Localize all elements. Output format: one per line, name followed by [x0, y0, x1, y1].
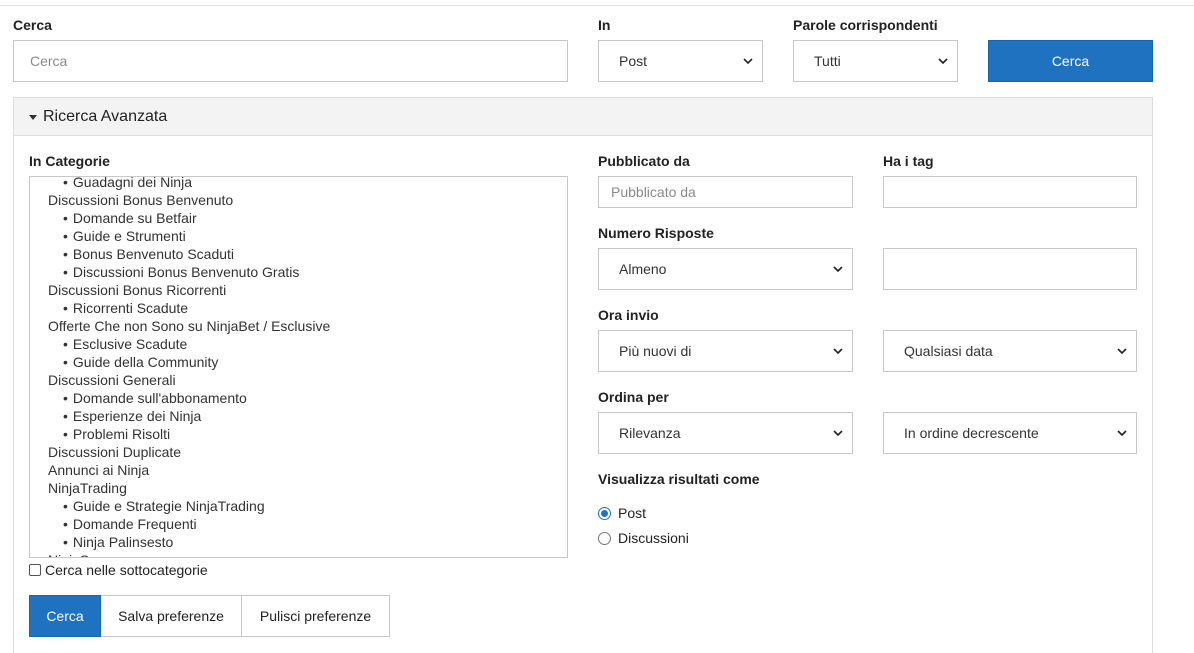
- sort-order-select[interactable]: In ordine decrescente: [883, 412, 1137, 454]
- chevron-down-icon: [1117, 430, 1127, 437]
- display-option-post[interactable]: Post: [598, 505, 646, 521]
- clear-preferences-button[interactable]: Pulisci preferenze: [242, 595, 390, 637]
- top-divider: [0, 5, 1194, 6]
- subcategory-item[interactable]: Esperienze dei Ninja: [30, 407, 567, 425]
- replies-label: Numero Risposte: [598, 225, 714, 241]
- subcategory-item[interactable]: Discussioni Bonus Benvenuto Gratis: [30, 263, 567, 281]
- replies-count-input[interactable]: [883, 248, 1137, 290]
- chevron-down-icon: [833, 348, 843, 355]
- search-input[interactable]: [13, 40, 568, 82]
- time-label: Ora invio: [598, 307, 659, 323]
- in-select-value: Post: [619, 53, 648, 69]
- category-item[interactable]: NinjaTrading: [30, 479, 567, 497]
- radio-unselected[interactable]: [598, 531, 611, 545]
- advanced-search-toggle[interactable]: Ricerca Avanzata: [14, 98, 1152, 136]
- subcategories-checkbox[interactable]: Cerca nelle sottocategorie: [29, 562, 208, 578]
- category-item[interactable]: NinjaSure: [30, 551, 567, 557]
- chevron-down-icon: [833, 266, 843, 273]
- subcategory-item[interactable]: Bonus Benvenuto Scaduti: [30, 245, 567, 263]
- category-item[interactable]: Discussioni Bonus Ricorrenti: [30, 281, 567, 299]
- chevron-down-icon: [743, 58, 753, 65]
- radio-selected[interactable]: [598, 506, 611, 520]
- sort-by-value: Rilevanza: [619, 425, 681, 441]
- categories-list: Guadagni dei NinjaDiscussioni Bonus Benv…: [30, 177, 567, 557]
- category-item[interactable]: Discussioni Duplicate: [30, 443, 567, 461]
- chevron-down-icon: [833, 430, 843, 437]
- subcategory-item[interactable]: Ninja Palinsesto: [30, 533, 567, 551]
- in-label: In: [598, 17, 611, 33]
- category-item[interactable]: Offerte Che non Sono su NinjaBet / Esclu…: [30, 317, 567, 335]
- time-range-select[interactable]: Qualsiasi data: [883, 330, 1137, 372]
- match-label: Parole corrispondenti: [793, 17, 938, 33]
- in-select[interactable]: Post: [598, 40, 763, 82]
- time-mode-value: Più nuovi di: [619, 343, 692, 359]
- display-option-discussions-label: Discussioni: [618, 530, 689, 546]
- advanced-search-title: Ricerca Avanzata: [43, 107, 168, 125]
- subcategory-item[interactable]: Ricorrenti Scadute: [30, 299, 567, 317]
- display-option-post-label: Post: [618, 505, 647, 521]
- subcategory-item[interactable]: Domande Frequenti: [30, 515, 567, 533]
- subcategory-item[interactable]: Guide e Strumenti: [30, 227, 567, 245]
- tags-label: Ha i tag: [883, 153, 934, 169]
- subcategory-item[interactable]: Esclusive Scadute: [30, 335, 567, 353]
- subcategory-item[interactable]: Problemi Risolti: [30, 425, 567, 443]
- posted-by-input[interactable]: [598, 176, 853, 208]
- replies-mode-value: Almeno: [619, 261, 667, 277]
- subcategory-item[interactable]: Guide e Strategie NinjaTrading: [30, 497, 567, 515]
- category-item[interactable]: Discussioni Bonus Benvenuto: [30, 191, 567, 209]
- category-item[interactable]: Discussioni Generali: [30, 371, 567, 389]
- categories-listbox[interactable]: Guadagni dei NinjaDiscussioni Bonus Benv…: [29, 176, 568, 558]
- checkbox-box[interactable]: [29, 564, 41, 576]
- categories-label: In Categorie: [29, 153, 110, 169]
- chevron-down-icon: [1117, 348, 1127, 355]
- tags-input[interactable]: [883, 176, 1137, 208]
- time-range-value: Qualsiasi data: [904, 343, 993, 359]
- match-select[interactable]: Tutti: [793, 40, 958, 82]
- save-preferences-button[interactable]: Salva preferenze: [101, 595, 242, 637]
- chevron-down-icon: [938, 58, 948, 65]
- subcategory-item[interactable]: Guide della Community: [30, 353, 567, 371]
- subcategory-item[interactable]: Guadagni dei Ninja: [30, 177, 567, 191]
- subcategory-item[interactable]: Domande su Betfair: [30, 209, 567, 227]
- action-buttons: Cerca Salva preferenze Pulisci preferenz…: [29, 595, 390, 637]
- display-option-discussions[interactable]: Discussioni: [598, 530, 689, 546]
- search-label: Cerca: [13, 17, 52, 33]
- sort-order-value: In ordine decrescente: [904, 425, 1039, 441]
- replies-mode-select[interactable]: Almeno: [598, 248, 853, 290]
- match-select-value: Tutti: [814, 53, 841, 69]
- posted-by-label: Pubblicato da: [598, 153, 690, 169]
- category-item[interactable]: Annunci ai Ninja: [30, 461, 567, 479]
- subcategories-label: Cerca nelle sottocategorie: [45, 562, 208, 578]
- caret-down-icon: [29, 114, 37, 120]
- search-button[interactable]: Cerca: [988, 40, 1153, 82]
- sort-label: Ordina per: [598, 389, 669, 405]
- display-label: Visualizza risultati come: [598, 471, 760, 487]
- subcategory-item[interactable]: Domande sull'abbonamento: [30, 389, 567, 407]
- advanced-search-button[interactable]: Cerca: [29, 595, 101, 637]
- sort-by-select[interactable]: Rilevanza: [598, 412, 853, 454]
- time-mode-select[interactable]: Più nuovi di: [598, 330, 853, 372]
